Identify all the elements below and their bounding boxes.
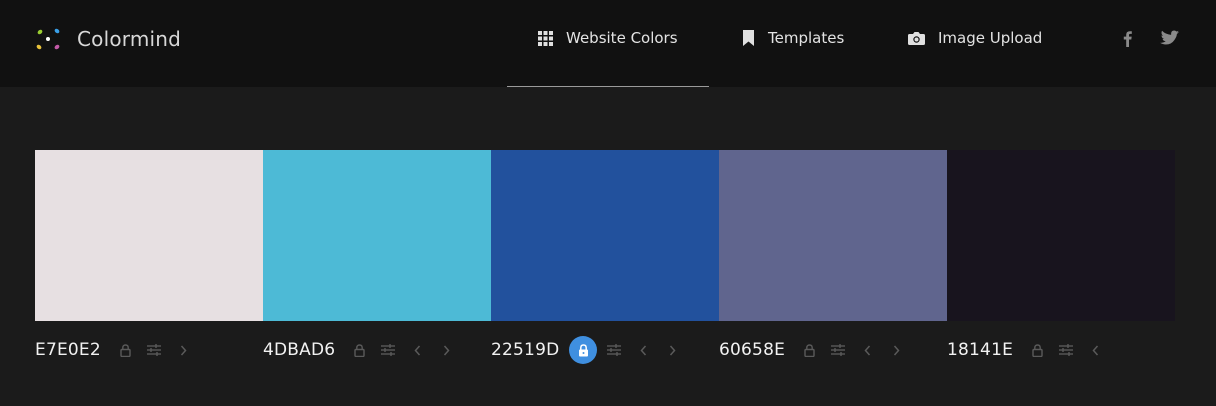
chevron-left-icon[interactable] [405, 338, 429, 362]
color-swatch-2[interactable] [263, 150, 491, 321]
swatch-controls-4: 60658E [719, 336, 908, 364]
color-palette [35, 150, 1175, 321]
twitter-icon [1159, 30, 1179, 45]
swatch-controls-3: 22519D [491, 336, 684, 364]
color-swatch-1[interactable] [35, 150, 263, 321]
lock-icon[interactable] [347, 338, 371, 362]
nav-image-upload[interactable]: Image Upload [908, 26, 1042, 50]
sliders-icon[interactable] [376, 338, 400, 362]
chevron-right-icon[interactable] [171, 338, 195, 362]
color-swatch-4[interactable] [719, 150, 947, 321]
hex-code[interactable]: E7E0E2 [35, 340, 101, 360]
nav-website-colors[interactable]: Website Colors [538, 26, 678, 50]
lock-icon[interactable] [797, 338, 821, 362]
swatch-controls-1: E7E0E2 [35, 336, 195, 364]
sliders-icon[interactable] [602, 338, 626, 362]
sliders-icon[interactable] [826, 338, 850, 362]
chevron-left-icon[interactable] [855, 338, 879, 362]
color-swatch-3[interactable] [491, 150, 719, 321]
chevron-right-icon[interactable] [660, 338, 684, 362]
nav-website-colors-label: Website Colors [566, 29, 678, 47]
chevron-left-icon[interactable] [1083, 338, 1107, 362]
swatch-controls-5: 18141E [947, 336, 1107, 364]
camera-icon [908, 32, 925, 45]
nav-image-upload-label: Image Upload [938, 29, 1043, 47]
swatch-controls-2: 4DBAD6 [263, 336, 458, 364]
chevron-right-icon[interactable] [434, 338, 458, 362]
top-navigation-bar: Colormind Website Colors Templates Image… [0, 0, 1216, 87]
grid-icon [538, 30, 553, 46]
chevron-left-icon[interactable] [631, 338, 655, 362]
color-swatch-5[interactable] [947, 150, 1175, 321]
sliders-icon[interactable] [142, 338, 166, 362]
facebook-link[interactable] [1116, 27, 1138, 49]
facebook-icon [1123, 30, 1132, 47]
colormind-logo-icon [36, 28, 60, 50]
nav-templates-label: Templates [768, 29, 845, 47]
hex-code[interactable]: 4DBAD6 [263, 340, 335, 360]
bookmark-icon [743, 30, 754, 46]
hex-code[interactable]: 18141E [947, 340, 1013, 360]
lock-icon[interactable] [569, 336, 598, 364]
hex-code[interactable]: 22519D [491, 340, 559, 360]
brand-home-link[interactable]: Colormind [33, 24, 181, 54]
lock-icon[interactable] [1025, 338, 1049, 362]
nav-templates[interactable]: Templates [742, 26, 844, 50]
lock-icon[interactable] [113, 338, 137, 362]
hex-code[interactable]: 60658E [719, 340, 785, 360]
twitter-link[interactable] [1158, 27, 1180, 49]
sliders-icon[interactable] [1054, 338, 1078, 362]
active-tab-underline [507, 86, 709, 87]
brand-name: Colormind [77, 27, 182, 51]
chevron-right-icon[interactable] [884, 338, 908, 362]
